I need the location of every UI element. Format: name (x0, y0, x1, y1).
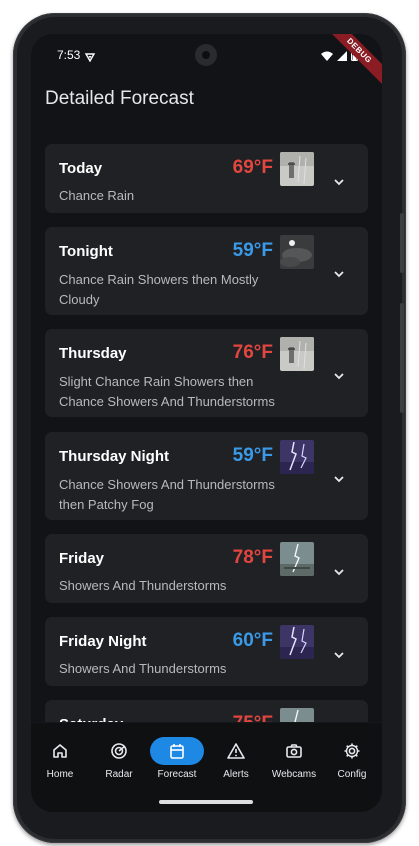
nav-item-home[interactable]: Home (32, 737, 88, 780)
nav-item-webcams[interactable]: Webcams (266, 737, 322, 780)
alert-icon (208, 737, 264, 765)
lightning-night-icon (280, 440, 314, 474)
forecast-description: Showers And Thunderstorms (59, 661, 227, 676)
rain-icon (280, 152, 314, 186)
wifi-icon (321, 48, 333, 66)
nav-item-forecast[interactable]: Forecast (149, 737, 205, 780)
forecast-card[interactable]: Today 69°F Chance Rain (45, 144, 368, 213)
lightning-night-icon (280, 625, 314, 659)
status-time: 7:53 (57, 48, 81, 62)
forecast-card[interactable]: Thursday Night 59°F Chance Showers And T… (45, 432, 368, 520)
chevron-down-icon[interactable] (332, 368, 346, 380)
volume-button (400, 213, 404, 273)
home-indicator[interactable] (159, 800, 253, 804)
nav-item-config[interactable]: Config (324, 737, 380, 780)
forecast-temp: 60°F (232, 630, 273, 651)
chevron-down-icon[interactable] (332, 266, 346, 278)
front-camera (195, 44, 217, 66)
vpn-shield-icon (84, 49, 96, 67)
forecast-temp: 59°F (232, 445, 273, 466)
chevron-down-icon[interactable] (332, 564, 346, 576)
nav-label: Alerts (223, 769, 249, 780)
nav-label: Config (337, 769, 367, 780)
nav-label: Webcams (271, 769, 317, 780)
nav-item-alerts[interactable]: Alerts (208, 737, 264, 780)
lightning-day-icon (280, 542, 314, 576)
chevron-down-icon[interactable] (332, 174, 346, 186)
forecast-card[interactable]: Friday 78°F Showers And Thunderstorms (45, 534, 368, 603)
nav-label: Forecast (157, 769, 197, 780)
forecast-description: Chance Rain Showers then Mostly Cloudy (59, 272, 259, 307)
forecast-description: Chance Showers And Thunderstorms then Pa… (59, 477, 275, 512)
forecast-temp: 69°F (232, 157, 273, 178)
forecast-temp: 59°F (232, 240, 273, 261)
forecast-card[interactable]: Thursday 76°F Slight Chance Rain Showers… (45, 329, 368, 417)
forecast-card[interactable]: Friday Night 60°F Showers And Thundersto… (45, 617, 368, 686)
nav-label: Home (46, 769, 74, 780)
forecast-card[interactable]: Tonight 59°F Chance Rain Showers then Mo… (45, 227, 368, 315)
page-title: Detailed Forecast (45, 88, 194, 109)
forecast-day: Tonight (59, 243, 113, 260)
calendar-icon (150, 737, 204, 765)
status-bar: 7:53 DEBUG (31, 34, 382, 88)
power-button (400, 303, 404, 413)
chevron-down-icon[interactable] (332, 647, 346, 659)
forecast-day: Thursday (59, 345, 127, 362)
app-screen: 7:53 DEBUG Detailed Forecast Today 69°F (31, 34, 382, 812)
forecast-day: Friday (59, 550, 105, 567)
forecast-day: Thursday Night (59, 448, 170, 465)
forecast-description: Chance Rain (59, 188, 135, 203)
camera-icon (266, 737, 322, 765)
nav-label: Radar (105, 769, 133, 780)
forecast-description: Showers And Thunderstorms (59, 578, 227, 593)
bottom-navigation: Home Radar Forecast Alerts Webcams Confi… (31, 722, 382, 812)
forecast-day: Today (59, 160, 103, 177)
signal-icon (337, 48, 347, 66)
nav-item-radar[interactable]: Radar (91, 737, 147, 780)
forecast-temp: 76°F (232, 342, 273, 363)
gear-icon (324, 737, 380, 765)
chevron-down-icon[interactable] (332, 471, 346, 483)
forecast-day: Friday Night (59, 633, 147, 650)
night-cloud-icon (280, 235, 314, 269)
home-icon (32, 737, 88, 765)
radar-icon (91, 737, 147, 765)
forecast-temp: 78°F (232, 547, 273, 568)
rain-icon (280, 337, 314, 371)
forecast-description: Slight Chance Rain Showers then Chance S… (59, 374, 275, 409)
